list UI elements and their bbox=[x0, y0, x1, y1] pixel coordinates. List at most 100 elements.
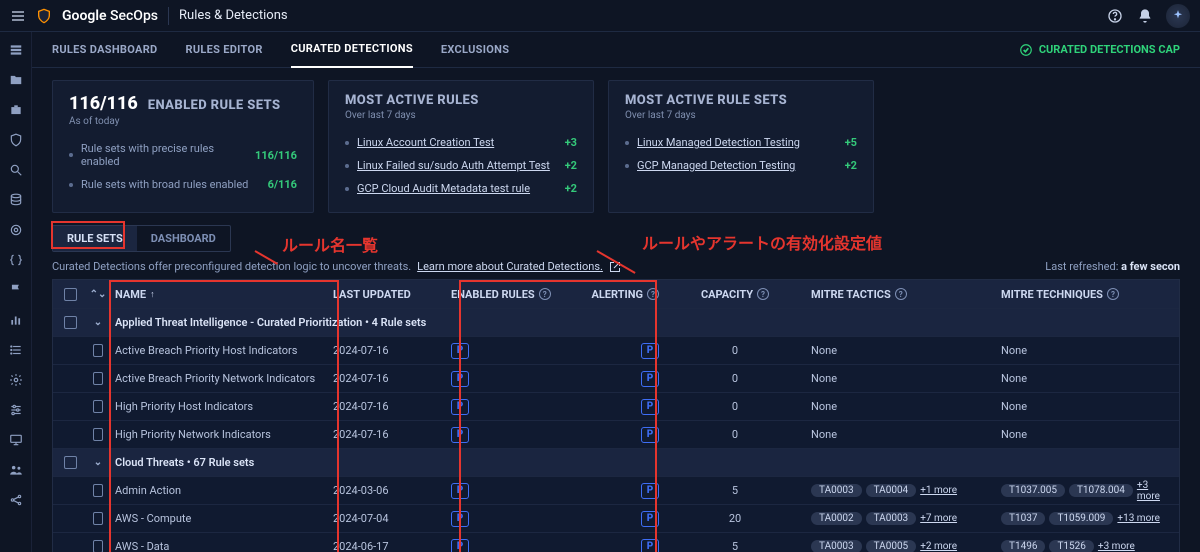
tag-pill[interactable]: T1496 bbox=[1001, 540, 1045, 552]
menu-icon[interactable] bbox=[10, 8, 26, 24]
rail-tune-icon[interactable] bbox=[8, 402, 24, 418]
rail-flag-icon[interactable] bbox=[8, 282, 24, 298]
more-link[interactable]: +3 more bbox=[1137, 480, 1173, 502]
rail-shield-icon[interactable] bbox=[8, 132, 24, 148]
precise-badge[interactable]: P bbox=[451, 343, 469, 359]
ruleset-link[interactable]: GCP Managed Detection Testing bbox=[637, 159, 795, 172]
rule-link[interactable]: Linux Account Creation Test bbox=[357, 136, 494, 149]
rule-link[interactable]: GCP Cloud Audit Metadata test rule bbox=[357, 182, 530, 195]
ai-sparkle-icon[interactable] bbox=[1166, 4, 1190, 28]
precise-badge[interactable]: P bbox=[451, 483, 469, 499]
rail-chart-icon[interactable] bbox=[8, 312, 24, 328]
help-icon[interactable]: ? bbox=[895, 288, 907, 300]
rail-db-icon[interactable] bbox=[8, 192, 24, 208]
enabled-row-label: Rule sets with broad rules enabled bbox=[81, 178, 248, 191]
rail-misc-icon[interactable] bbox=[8, 492, 24, 508]
table-row[interactable]: High Priority Network Indicators2024-07-… bbox=[53, 420, 1179, 448]
select-all-checkbox[interactable] bbox=[64, 288, 77, 301]
tag-pill[interactable]: T1037.005 bbox=[1001, 484, 1065, 497]
precise-badge[interactable]: P bbox=[451, 427, 469, 443]
precise-badge[interactable]: P bbox=[451, 399, 469, 415]
precise-badge[interactable]: P bbox=[641, 511, 659, 527]
rail-home-icon[interactable] bbox=[8, 42, 24, 58]
tab-curated-detections[interactable]: CURATED DETECTIONS bbox=[291, 32, 413, 68]
cell-tactics: TA0003 TA0004 +1 more bbox=[805, 484, 995, 497]
row-checkbox[interactable] bbox=[93, 512, 103, 525]
rail-braces-icon[interactable] bbox=[8, 252, 24, 268]
tag-pill[interactable]: TA0003 bbox=[866, 512, 917, 525]
row-checkbox[interactable] bbox=[64, 316, 77, 329]
row-checkbox[interactable] bbox=[93, 372, 103, 385]
tag-pill[interactable]: T1526 bbox=[1049, 540, 1093, 552]
tag-pill[interactable]: T1078.004 bbox=[1069, 484, 1133, 497]
col-mitre-techniques[interactable]: MITRE TECHNIQUES ? bbox=[995, 288, 1179, 301]
precise-badge[interactable]: P bbox=[641, 343, 659, 359]
rail-gear-icon[interactable] bbox=[8, 372, 24, 388]
chevron-down-icon[interactable]: ⌄ bbox=[94, 317, 102, 328]
precise-badge[interactable]: P bbox=[641, 427, 659, 443]
tag-pill[interactable]: TA0004 bbox=[866, 484, 917, 497]
tab-exclusions[interactable]: EXCLUSIONS bbox=[441, 32, 509, 68]
col-capacity[interactable]: CAPACITY ? bbox=[665, 288, 805, 301]
tab-rules-dashboard[interactable]: RULES DASHBOARD bbox=[52, 32, 158, 68]
col-enabled-rules[interactable]: ENABLED RULES ? bbox=[445, 288, 573, 301]
rail-monitor-icon[interactable] bbox=[8, 432, 24, 448]
table-row[interactable]: Active Breach Priority Host Indicators20… bbox=[53, 336, 1179, 364]
more-link[interactable]: +2 more bbox=[920, 541, 957, 552]
tag-pill[interactable]: TA0002 bbox=[811, 512, 862, 525]
notifications-icon[interactable] bbox=[1136, 7, 1154, 25]
more-link[interactable]: +13 more bbox=[1117, 513, 1159, 524]
tag-pill[interactable]: TA0003 bbox=[811, 484, 862, 497]
table-row[interactable]: Admin Action2024-03-06PP5TA0003 TA0004 +… bbox=[53, 476, 1179, 504]
precise-badge[interactable]: P bbox=[641, 399, 659, 415]
table-group-row[interactable]: ⌄Cloud Threats • 67 Rule sets bbox=[53, 448, 1179, 476]
row-checkbox[interactable] bbox=[93, 484, 103, 497]
rail-folder-icon[interactable] bbox=[8, 72, 24, 88]
table-row[interactable]: AWS - Data2024-06-17PP5TA0003 TA0005 +2 … bbox=[53, 532, 1179, 552]
table-row[interactable]: AWS - Compute2024-07-04PP20TA0002 TA0003… bbox=[53, 504, 1179, 532]
tag-pill[interactable]: TA0003 bbox=[811, 540, 862, 552]
help-icon[interactable] bbox=[1106, 7, 1124, 25]
tag-pill[interactable]: T1059.009 bbox=[1049, 512, 1113, 525]
table-group-row[interactable]: ⌄Applied Threat Intelligence - Curated P… bbox=[53, 308, 1179, 336]
rule-link[interactable]: Linux Failed su/sudo Auth Attempt Test bbox=[357, 159, 550, 172]
rail-case-icon[interactable] bbox=[8, 102, 24, 118]
col-name[interactable]: NAME ↑ bbox=[109, 288, 327, 301]
more-link[interactable]: +3 more bbox=[1098, 541, 1135, 552]
row-checkbox[interactable] bbox=[64, 456, 77, 469]
collapse-all-icon[interactable]: ⌃⌄ bbox=[90, 289, 107, 300]
more-link[interactable]: +7 more bbox=[920, 513, 957, 524]
precise-badge[interactable]: P bbox=[641, 539, 659, 552]
precise-badge[interactable]: P bbox=[641, 371, 659, 387]
col-alerting[interactable]: ALERTING ? bbox=[573, 288, 665, 301]
precise-badge[interactable]: P bbox=[451, 539, 469, 552]
rail-people-icon[interactable] bbox=[8, 462, 24, 478]
rail-target-icon[interactable] bbox=[8, 222, 24, 238]
tag-pill[interactable]: T1037 bbox=[1001, 512, 1045, 525]
rail-search-icon[interactable] bbox=[8, 162, 24, 178]
row-checkbox[interactable] bbox=[93, 400, 103, 413]
precise-badge[interactable]: P bbox=[451, 511, 469, 527]
desc-link[interactable]: Learn more about Curated Detections. bbox=[417, 260, 603, 273]
col-mitre-tactics[interactable]: MITRE TACTICS ? bbox=[805, 288, 995, 301]
col-last-updated[interactable]: LAST UPDATED bbox=[327, 288, 445, 301]
row-checkbox[interactable] bbox=[93, 540, 103, 552]
row-checkbox[interactable] bbox=[93, 428, 103, 441]
tag-pill[interactable]: TA0005 bbox=[866, 540, 917, 552]
row-checkbox[interactable] bbox=[93, 344, 103, 357]
subtab-dashboard[interactable]: DASHBOARD bbox=[137, 226, 230, 251]
ruleset-link[interactable]: Linux Managed Detection Testing bbox=[637, 136, 800, 149]
tab-rules-editor[interactable]: RULES EDITOR bbox=[186, 32, 263, 68]
help-icon[interactable]: ? bbox=[647, 288, 659, 300]
chevron-down-icon[interactable]: ⌄ bbox=[94, 457, 102, 468]
help-icon[interactable]: ? bbox=[1107, 288, 1119, 300]
precise-badge[interactable]: P bbox=[641, 483, 659, 499]
more-link[interactable]: +1 more bbox=[920, 485, 957, 496]
table-row[interactable]: High Priority Host Indicators2024-07-16P… bbox=[53, 392, 1179, 420]
help-icon[interactable]: ? bbox=[757, 288, 769, 300]
table-row[interactable]: Active Breach Priority Network Indicator… bbox=[53, 364, 1179, 392]
help-icon[interactable]: ? bbox=[539, 288, 551, 300]
precise-badge[interactable]: P bbox=[451, 371, 469, 387]
rail-list-icon[interactable] bbox=[8, 342, 24, 358]
subtab-rule-sets[interactable]: RULE SETS bbox=[53, 226, 137, 251]
